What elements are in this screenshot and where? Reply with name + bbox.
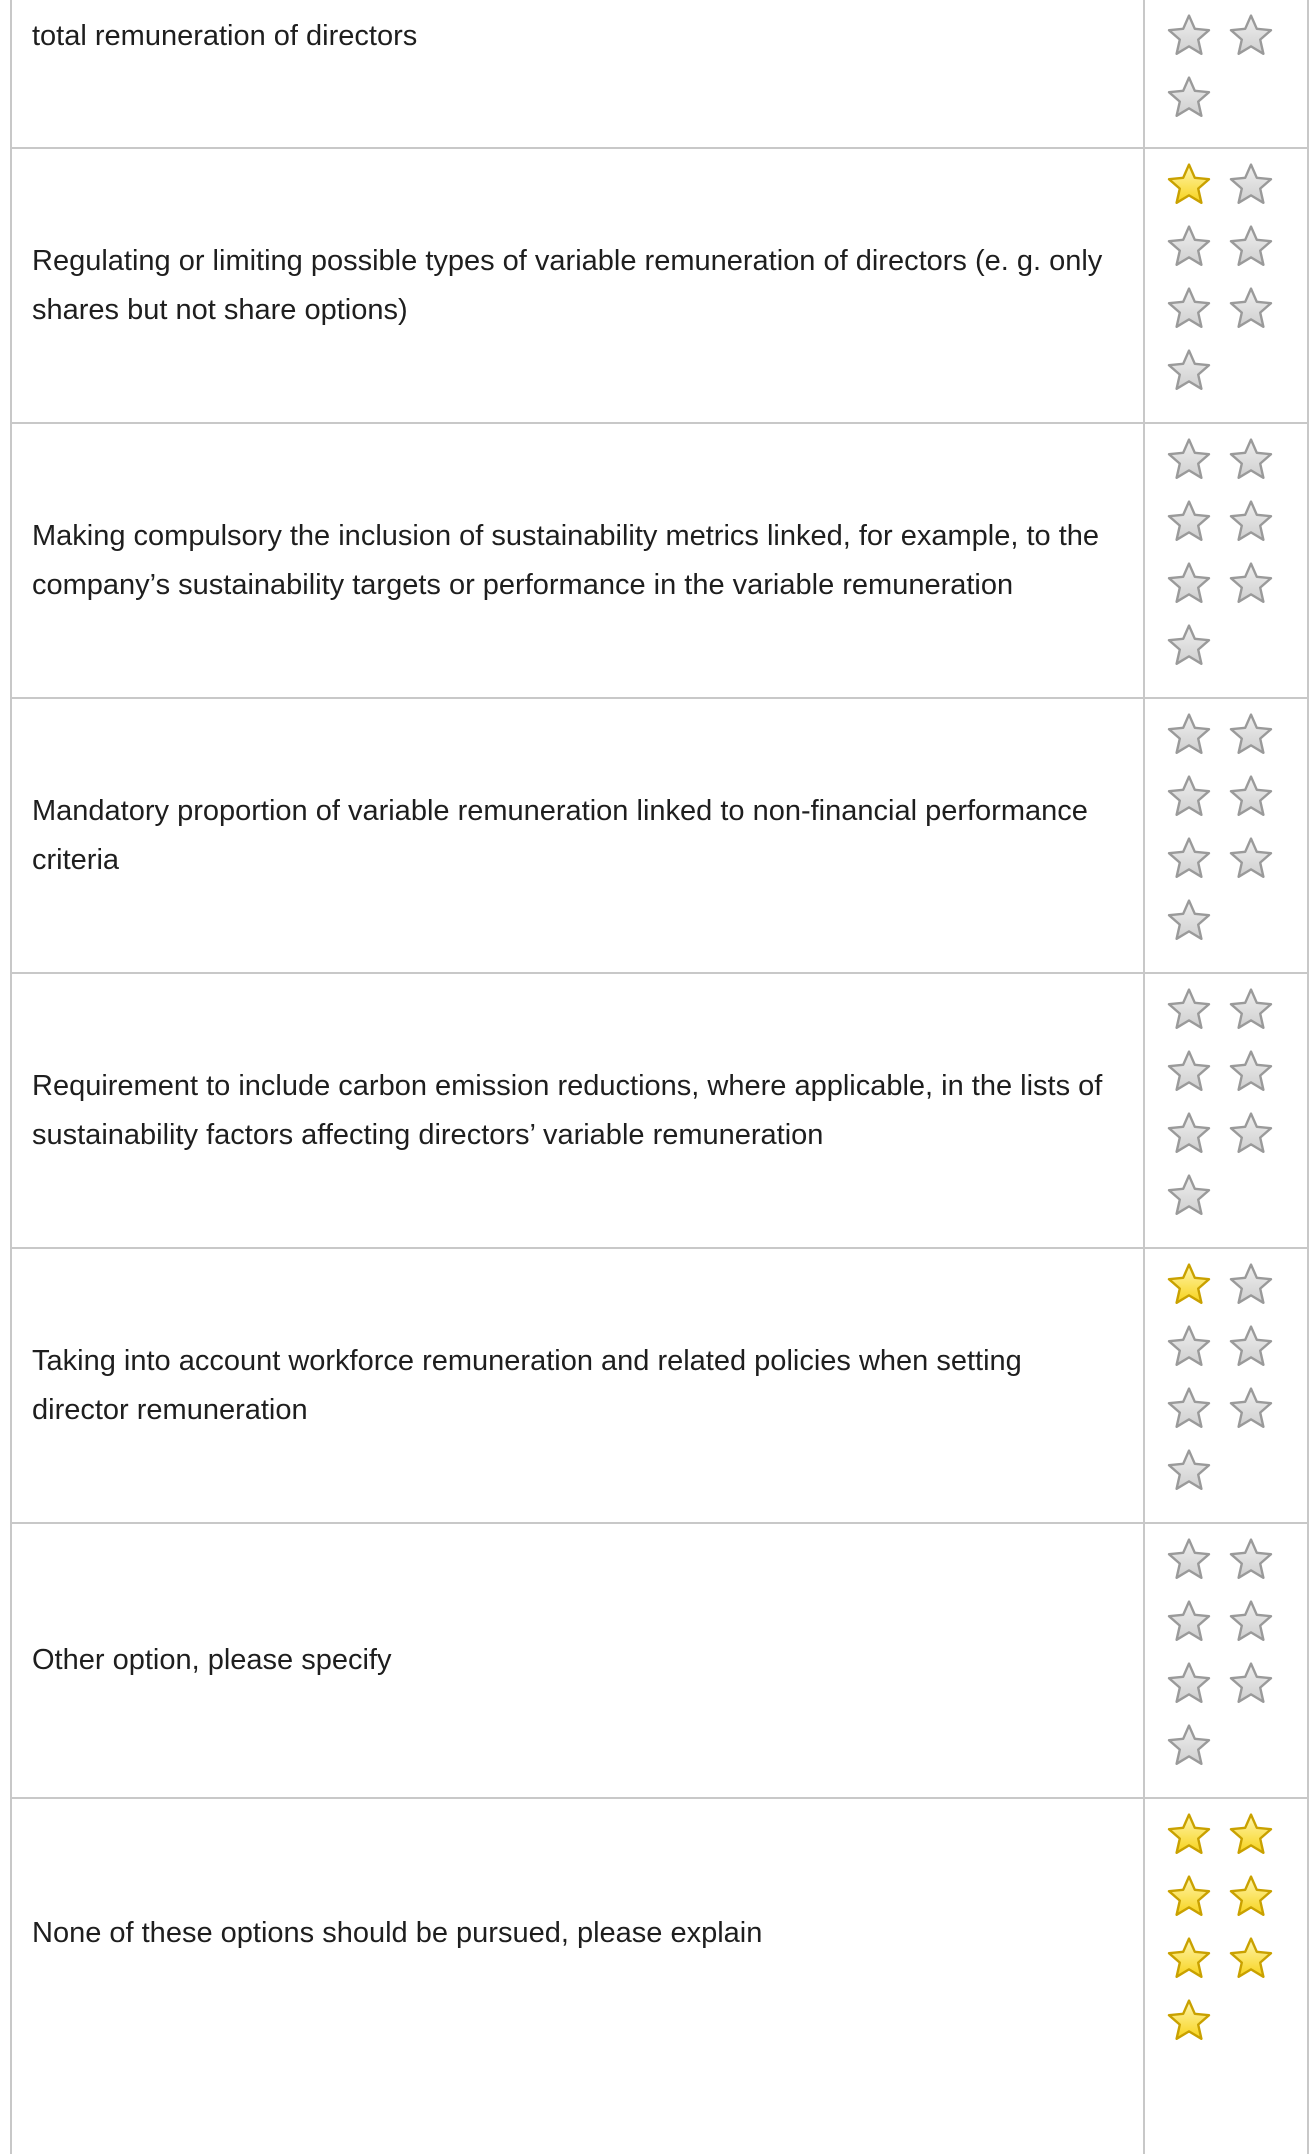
star-rating-grid — [1158, 1809, 1288, 2057]
star-icon[interactable] — [1220, 159, 1282, 221]
table-row: Mandatory proportion of variable remuner… — [12, 699, 1307, 974]
star-icon[interactable] — [1158, 345, 1220, 407]
star-rating-grid — [1158, 1534, 1288, 1782]
table-row: None of these options should be pursued,… — [12, 1799, 1307, 2154]
star-icon[interactable] — [1158, 1995, 1220, 2057]
star-icon[interactable] — [1158, 1259, 1220, 1321]
star-icon[interactable] — [1158, 1933, 1220, 1995]
star-icon[interactable] — [1158, 1720, 1220, 1782]
star-icon[interactable] — [1220, 1108, 1282, 1170]
star-icon[interactable] — [1220, 283, 1282, 345]
star-icon[interactable] — [1220, 833, 1282, 895]
star-icon[interactable] — [1158, 1046, 1220, 1108]
star-rating — [1145, 1249, 1307, 1522]
star-icon[interactable] — [1220, 1658, 1282, 1720]
star-icon[interactable] — [1158, 620, 1220, 682]
star-rating — [1145, 699, 1307, 972]
table-row: Regulating or limiting possible types of… — [12, 149, 1307, 424]
star-rating-grid — [1158, 1259, 1288, 1507]
option-label: Taking into account workforce remunerati… — [12, 1249, 1145, 1522]
star-icon[interactable] — [1220, 1933, 1282, 1995]
star-rating-grid — [1158, 709, 1288, 957]
star-icon[interactable] — [1158, 1383, 1220, 1445]
star-icon[interactable] — [1220, 709, 1282, 771]
star-icon[interactable] — [1220, 221, 1282, 283]
star-icon[interactable] — [1158, 709, 1220, 771]
star-rating — [1145, 0, 1307, 147]
option-label: Making compulsory the inclusion of susta… — [12, 424, 1145, 697]
star-icon[interactable] — [1220, 1534, 1282, 1596]
table-row: Requirement to include carbon emission r… — [12, 974, 1307, 1249]
star-icon[interactable] — [1220, 1809, 1282, 1871]
star-icon[interactable] — [1220, 1871, 1282, 1933]
star-icon[interactable] — [1220, 1259, 1282, 1321]
star-icon[interactable] — [1220, 1321, 1282, 1383]
star-icon[interactable] — [1158, 895, 1220, 957]
option-label: None of these options should be pursued,… — [12, 1799, 1145, 2154]
star-icon[interactable] — [1220, 558, 1282, 620]
star-icon[interactable] — [1158, 771, 1220, 833]
star-icon[interactable] — [1220, 1046, 1282, 1108]
star-icon[interactable] — [1158, 221, 1220, 283]
table-row: Making compulsory the inclusion of susta… — [12, 424, 1307, 699]
star-icon[interactable] — [1158, 159, 1220, 221]
rating-table: total remuneration of directors Regulatin… — [10, 0, 1309, 2154]
star-icon[interactable] — [1220, 10, 1282, 72]
star-rating-grid — [1158, 434, 1288, 682]
table-row: total remuneration of directors — [12, 0, 1307, 149]
star-icon[interactable] — [1158, 1871, 1220, 1933]
option-label: total remuneration of directors — [12, 0, 1145, 147]
star-icon[interactable] — [1220, 1383, 1282, 1445]
star-icon[interactable] — [1220, 984, 1282, 1046]
star-icon[interactable] — [1158, 1445, 1220, 1507]
star-icon[interactable] — [1220, 434, 1282, 496]
star-icon[interactable] — [1158, 984, 1220, 1046]
star-icon[interactable] — [1158, 1534, 1220, 1596]
star-icon[interactable] — [1158, 1658, 1220, 1720]
table-row: Other option, please specify — [12, 1524, 1307, 1799]
option-label: Regulating or limiting possible types of… — [12, 149, 1145, 422]
star-icon[interactable] — [1158, 496, 1220, 558]
star-rating — [1145, 974, 1307, 1247]
star-rating — [1145, 1799, 1307, 2154]
star-icon[interactable] — [1158, 1108, 1220, 1170]
table-row: Taking into account workforce remunerati… — [12, 1249, 1307, 1524]
star-rating — [1145, 149, 1307, 422]
star-icon[interactable] — [1158, 434, 1220, 496]
star-icon[interactable] — [1158, 283, 1220, 345]
star-rating — [1145, 1524, 1307, 1797]
star-icon[interactable] — [1220, 771, 1282, 833]
star-rating-grid — [1158, 984, 1288, 1232]
star-icon[interactable] — [1158, 1596, 1220, 1658]
star-rating-grid — [1158, 159, 1288, 407]
star-icon[interactable] — [1158, 10, 1220, 72]
option-label: Mandatory proportion of variable remuner… — [12, 699, 1145, 972]
star-rating-grid — [1158, 10, 1288, 134]
star-icon[interactable] — [1158, 558, 1220, 620]
option-label: Other option, please specify — [12, 1524, 1145, 1797]
star-icon[interactable] — [1158, 1809, 1220, 1871]
star-icon[interactable] — [1158, 1321, 1220, 1383]
star-icon[interactable] — [1220, 1596, 1282, 1658]
star-icon[interactable] — [1158, 72, 1220, 134]
star-rating — [1145, 424, 1307, 697]
star-icon[interactable] — [1158, 1170, 1220, 1232]
option-label: Requirement to include carbon emission r… — [12, 974, 1145, 1247]
star-icon[interactable] — [1220, 496, 1282, 558]
star-icon[interactable] — [1158, 833, 1220, 895]
